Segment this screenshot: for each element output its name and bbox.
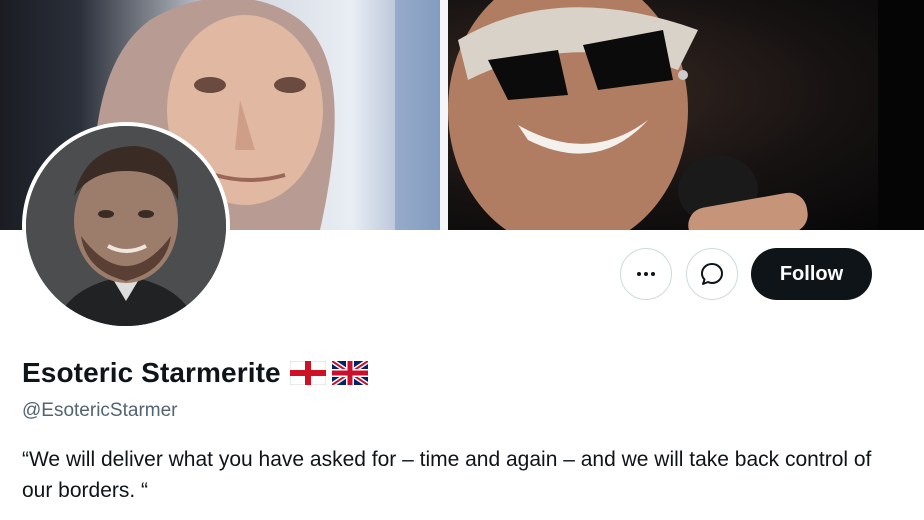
follow-button[interactable]: Follow <box>751 248 872 300</box>
display-name: Esoteric Starmerite <box>22 357 281 388</box>
profile-bio: “We will deliver what you have asked for… <box>22 448 872 502</box>
england-flag-icon <box>289 361 326 385</box>
avatar[interactable] <box>22 122 230 330</box>
more-horizontal-icon <box>637 272 655 276</box>
display-name-row: Esoteric Starmerite <box>22 357 368 389</box>
flag-emojis <box>289 361 368 385</box>
message-button[interactable] <box>686 248 738 300</box>
banner-divider <box>440 0 448 230</box>
uk-flag-icon <box>331 361 368 385</box>
avatar-image <box>26 126 226 326</box>
username-handle: @EsotericStarmer <box>22 400 178 421</box>
banner-photo-right <box>448 0 924 230</box>
message-icon <box>701 263 723 285</box>
more-options-button[interactable] <box>620 248 672 300</box>
